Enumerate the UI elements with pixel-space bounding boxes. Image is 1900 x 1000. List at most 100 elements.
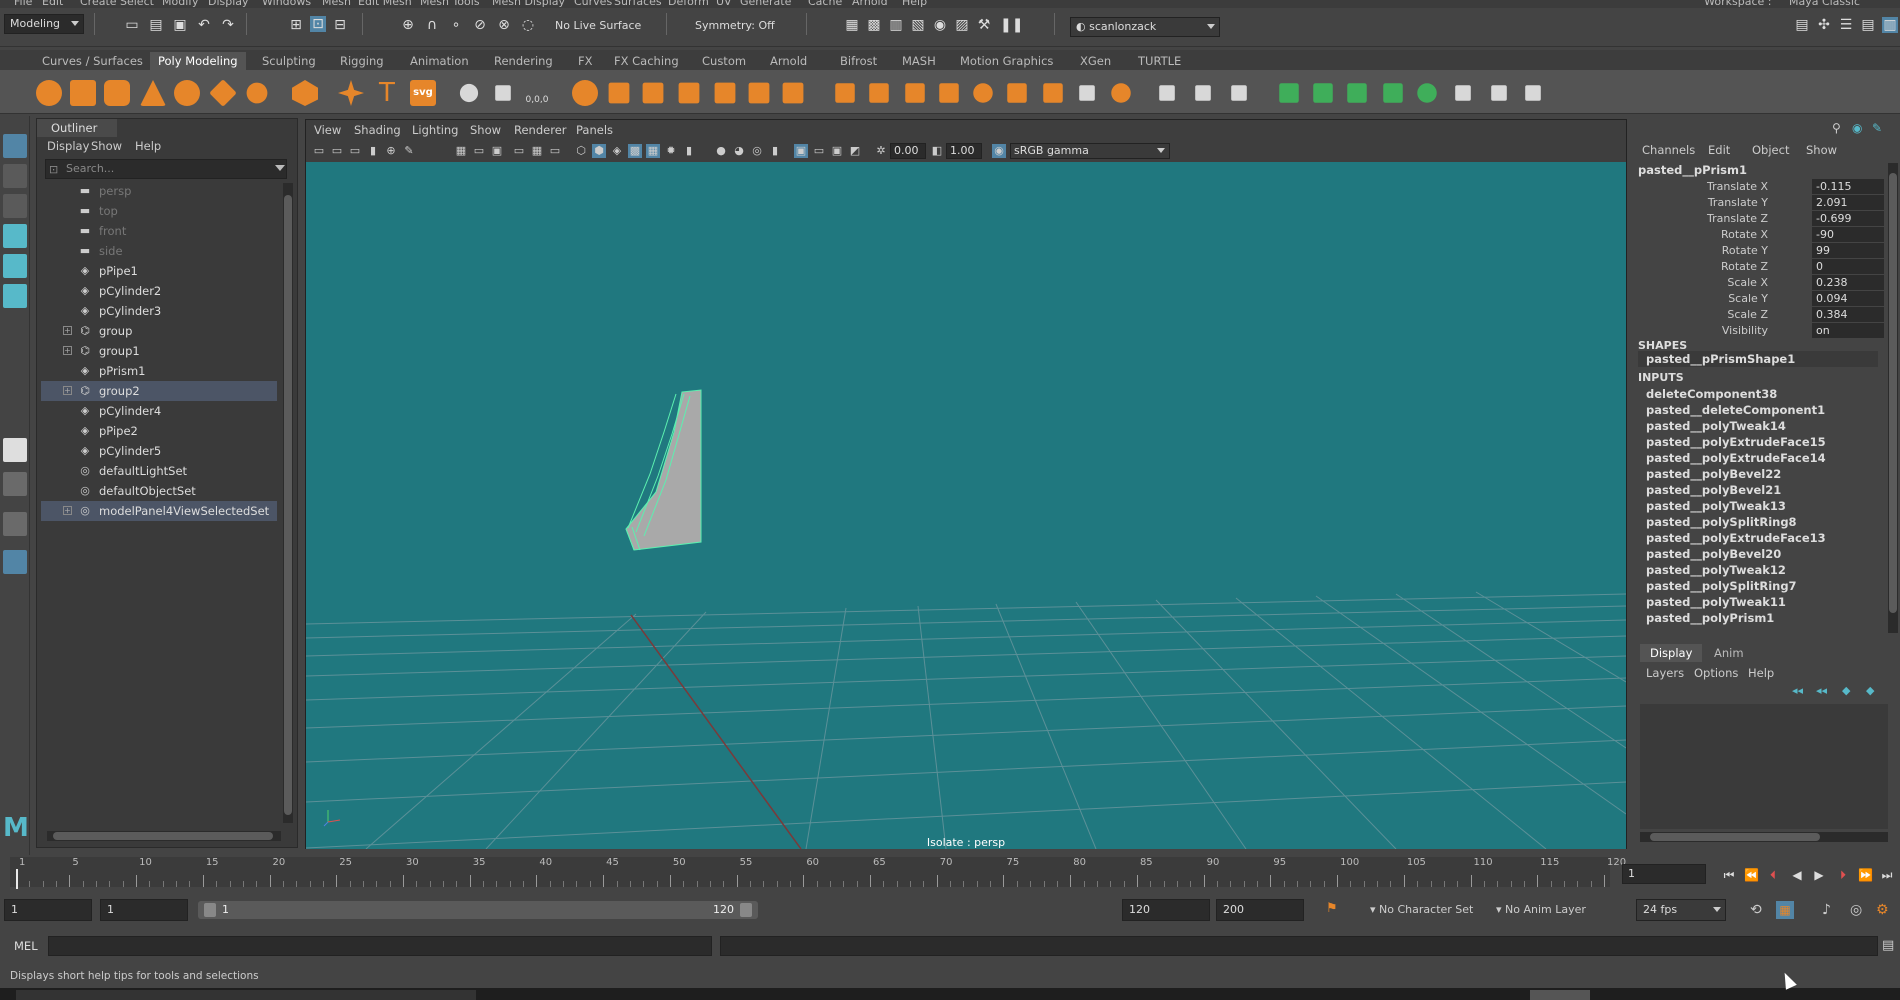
attribute-value-field[interactable]: 0.094 (1812, 291, 1884, 306)
layer-menu-options[interactable]: Options (1694, 666, 1738, 680)
poly-cylinder-icon[interactable] (104, 80, 130, 106)
use-all-lights-icon[interactable]: ▦ (646, 144, 660, 158)
create-uvs-icon[interactable] (1279, 83, 1299, 103)
range-slider-bar[interactable]: 1 120 (198, 901, 758, 919)
boolean-icon[interactable] (782, 82, 804, 104)
snap-grid-icon[interactable]: ⊕ (400, 17, 416, 33)
shelf-tab-mash[interactable]: MASH (894, 52, 944, 70)
step-forward-key-icon[interactable]: ⏵ (1836, 868, 1850, 882)
live-surface-field[interactable]: No Live Surface (550, 17, 650, 37)
pause-icon[interactable]: ❚❚ (1000, 17, 1023, 33)
menu-set-dropdown[interactable]: Modeling (4, 14, 84, 34)
outliner-row-pcylinder3[interactable]: ◈ pCylinder3 (41, 301, 277, 321)
four-pane-layout-icon[interactable] (3, 472, 27, 496)
shelf-tab-rendering[interactable]: Rendering (486, 52, 561, 70)
svg-tool-icon[interactable]: svg (410, 80, 436, 106)
reduce-icon[interactable] (714, 82, 736, 104)
viewport-scene[interactable]: Isolate : persp (306, 162, 1626, 849)
scale-tool-icon[interactable] (3, 284, 27, 308)
render-frame-icon[interactable]: ▩ (866, 17, 882, 33)
menu-item-deform[interactable]: Deform (668, 0, 709, 8)
go-to-start-icon[interactable]: ⏮ (1722, 868, 1736, 882)
viewport-menu-renderer[interactable]: Renderer (514, 123, 567, 137)
attribute-editor-icon[interactable]: ☰ (1838, 17, 1854, 33)
input-node[interactable]: pasted__polyBevel21 (1646, 483, 1781, 497)
open-scene-icon[interactable]: ▤ (148, 17, 164, 33)
xray-active-icon[interactable]: ▣ (830, 144, 844, 158)
go-to-end-icon[interactable]: ⏭ (1880, 868, 1894, 882)
backface-culling-icon[interactable]: ◩ (848, 144, 862, 158)
script-language-toggle[interactable]: MEL (14, 939, 38, 953)
menu-item-cache[interactable]: Cache (808, 0, 842, 8)
separate-icon[interactable] (608, 82, 630, 104)
outliner-row-ppipe2[interactable]: ◈ pPipe2 (41, 421, 277, 441)
input-node[interactable]: pasted__polyBevel22 (1646, 467, 1781, 481)
fps-dropdown[interactable]: 24 fps (1636, 899, 1726, 921)
gamma-field[interactable]: 1.00 (946, 143, 982, 159)
script-editor-icon[interactable]: ▤ (1882, 938, 1894, 953)
input-node[interactable]: pasted__polyBevel20 (1646, 547, 1781, 561)
outliner-menu-show[interactable]: Show (91, 139, 122, 153)
input-node[interactable]: pasted__polySplitRing8 (1646, 515, 1797, 529)
save-scene-icon[interactable]: ▣ (172, 17, 188, 33)
poke-icon[interactable] (1231, 85, 1247, 101)
attribute-value-field[interactable]: -90 (1812, 227, 1884, 242)
select-object-icon[interactable]: ⊡ (310, 16, 326, 32)
quad-draw-icon[interactable] (1159, 85, 1175, 101)
viewport-menu-panels[interactable]: Panels (576, 123, 613, 137)
shelf-tab-bifrost[interactable]: Bifrost (832, 52, 885, 70)
view-transform-dropdown[interactable]: sRGB gamma (1010, 143, 1170, 159)
undo-icon[interactable]: ↶ (196, 17, 212, 33)
input-node[interactable]: pasted__deleteComponent1 (1646, 403, 1825, 417)
channel-menu-show[interactable]: Show (1806, 143, 1837, 157)
attribute-name[interactable]: Visibility (1722, 324, 1768, 337)
outliner-row-modelpanel4viewselectedset[interactable]: + ◎ modelPanel4ViewSelectedSet (41, 501, 277, 521)
render-settings-icon[interactable]: ▧ (910, 17, 926, 33)
poly-torus-icon[interactable] (174, 80, 200, 106)
render-view-icon[interactable]: ▦ (844, 17, 860, 33)
new-layer-icon[interactable]: ◆ (1842, 684, 1850, 697)
sew-uv-icon[interactable] (1525, 85, 1541, 101)
motion-blur-icon[interactable]: ◕ (732, 144, 746, 158)
attribute-name[interactable]: Rotate X (1721, 228, 1768, 241)
user-account-dropdown[interactable]: ◐ scanlonzack (1070, 17, 1220, 37)
current-time-marker[interactable] (16, 869, 18, 889)
slide-edge-icon[interactable] (1195, 85, 1211, 101)
text-tool-icon[interactable]: T (374, 80, 400, 106)
layer-list[interactable] (1640, 704, 1888, 829)
menu-item-curves[interactable]: Curves (574, 0, 612, 8)
input-node[interactable]: pasted__polyTweak12 (1646, 563, 1786, 577)
camera-select-icon[interactable]: ▭ (312, 144, 326, 158)
2d-pan-icon[interactable]: ⊕ (384, 144, 398, 158)
input-node[interactable]: pasted__polySplitRing7 (1646, 579, 1797, 593)
xray-joints-icon[interactable]: ▭ (812, 144, 826, 158)
smooth-shade-icon[interactable]: ⬢ (592, 144, 606, 158)
menu-item-surfaces[interactable]: Surfaces (614, 0, 662, 8)
xray-icon[interactable]: ▮ (682, 144, 696, 158)
layer-tab-anim[interactable]: Anim (1704, 644, 1754, 662)
cache-playback-icon[interactable]: ▦ (1776, 901, 1794, 919)
character-set-dropdown[interactable]: ▾ No Character Set (1370, 903, 1473, 916)
outliner-row-group[interactable]: + ⌬ group (41, 321, 277, 341)
step-back-frame-icon[interactable]: ⏪ (1744, 868, 1759, 882)
attribute-value-field[interactable]: 0.384 (1812, 307, 1884, 322)
outliner-row-persp[interactable]: ▬ persp (41, 181, 277, 201)
wireframe-icon[interactable]: ⬡ (574, 144, 588, 158)
auto-key-icon[interactable]: ⚑ (1326, 901, 1338, 916)
workspace-selector[interactable]: Workspace : Maya Classic (1690, 0, 1860, 8)
cylindrical-map-icon[interactable] (1347, 83, 1367, 103)
channel-box-icon[interactable]: ▥ (1882, 17, 1898, 33)
play-backwards-icon[interactable]: ◀ (1790, 868, 1804, 882)
planar-map-icon[interactable] (1313, 83, 1333, 103)
expand-icon[interactable]: + (63, 346, 72, 355)
uv-tool-icon[interactable]: 0,0,0 (524, 80, 550, 106)
move-layer-up-icon[interactable]: ◂◂ (1792, 684, 1803, 697)
camera-attributes-icon[interactable]: ▭ (330, 144, 344, 158)
scroll-thumb[interactable] (53, 832, 273, 840)
grid-toggle-icon[interactable]: ▦ (454, 144, 468, 158)
scene-end-field[interactable]: 200 (1216, 899, 1304, 921)
ipr-render-icon[interactable]: ▥ (888, 17, 904, 33)
range-start-handle[interactable] (204, 903, 216, 917)
channel-box-scrollbar[interactable] (1888, 163, 1898, 633)
outliner-horizontal-scrollbar[interactable] (47, 831, 281, 841)
